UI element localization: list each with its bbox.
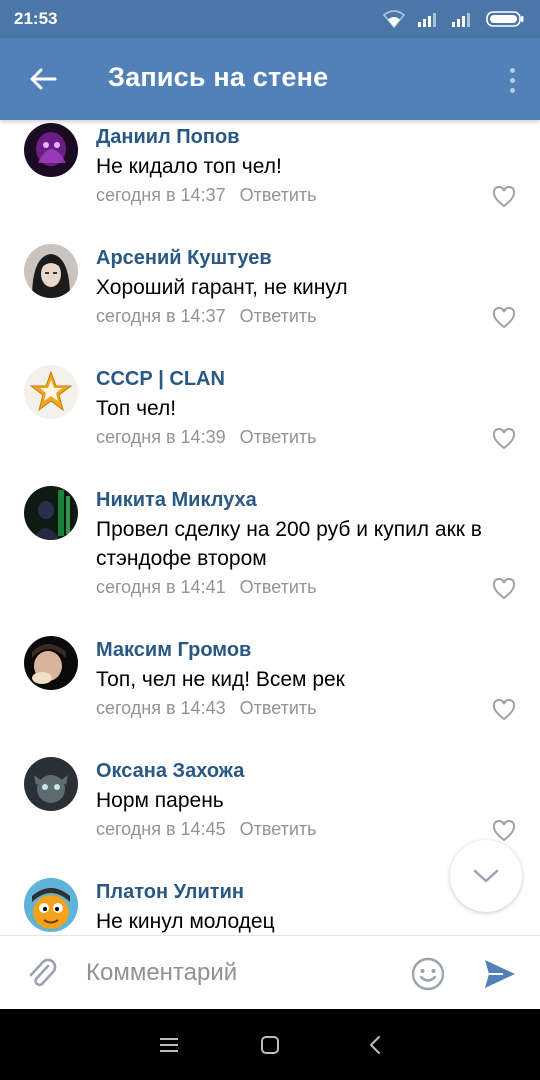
nav-home-button[interactable] bbox=[256, 1031, 284, 1059]
star-avatar bbox=[24, 365, 78, 419]
heart-icon[interactable] bbox=[492, 307, 516, 329]
comment-author[interactable]: Платон Улитин bbox=[96, 881, 244, 904]
comment-text: Провел сделку на 200 руб и купил акк в с… bbox=[96, 518, 482, 570]
photo-avatar bbox=[24, 636, 78, 690]
chevron-down-icon bbox=[473, 869, 499, 883]
avatar[interactable] bbox=[24, 486, 78, 540]
comment-meta: сегодня в 14:37 Ответить bbox=[96, 185, 317, 206]
comment-text: Не кидало топ чел! bbox=[96, 155, 282, 178]
send-icon[interactable] bbox=[483, 958, 517, 990]
status-time: 21:53 bbox=[14, 9, 58, 28]
heart-icon[interactable] bbox=[492, 186, 516, 208]
comment-text: Топ, чел не кид! Всем рек bbox=[96, 668, 345, 691]
reply-button[interactable]: Ответить bbox=[240, 306, 317, 326]
comment-meta: сегодня в 14:39 Ответить bbox=[96, 427, 317, 448]
avatar[interactable] bbox=[24, 123, 78, 177]
comment-time: сегодня в 14:43 bbox=[96, 698, 226, 718]
reply-button[interactable]: Ответить bbox=[240, 698, 317, 718]
comment-meta: сегодня в 14:41 Ответить bbox=[96, 577, 317, 598]
avatar[interactable] bbox=[24, 757, 78, 811]
comment-time: сегодня в 14:45 bbox=[96, 819, 226, 839]
comment-input[interactable] bbox=[86, 956, 386, 990]
scroll-down-button[interactable] bbox=[450, 840, 522, 912]
comment-time: сегодня в 14:39 bbox=[96, 427, 226, 447]
avatar[interactable] bbox=[24, 365, 78, 419]
status-bar: 21:53 bbox=[0, 0, 540, 38]
more-vertical-icon bbox=[509, 67, 515, 73]
back-icon bbox=[370, 1036, 380, 1054]
comment-author[interactable]: Оксана Захожа bbox=[96, 760, 244, 783]
comment-text: Не кинул молодец bbox=[96, 910, 275, 933]
signal-icon bbox=[418, 13, 436, 27]
comment-text: Топ чел! bbox=[96, 397, 177, 420]
comment-text: Норм парень bbox=[96, 789, 224, 812]
heart-icon[interactable] bbox=[492, 820, 516, 842]
cartoon-avatar bbox=[24, 878, 78, 932]
signal-icon bbox=[452, 13, 470, 27]
creature-avatar bbox=[24, 757, 78, 811]
avatar[interactable] bbox=[24, 878, 78, 932]
smiley-icon[interactable] bbox=[410, 956, 446, 992]
comment-time: сегодня в 14:37 bbox=[96, 185, 226, 205]
comment-time: сегодня в 14:37 bbox=[96, 306, 226, 326]
page-title: Запись на стене bbox=[108, 62, 329, 92]
system-nav-bar bbox=[0, 1009, 540, 1080]
more-button[interactable] bbox=[502, 60, 522, 100]
comment-author[interactable]: СССР | CLAN bbox=[96, 368, 225, 391]
green-game-avatar bbox=[24, 486, 78, 540]
comment-meta: сегодня в 14:45 Ответить bbox=[96, 819, 317, 840]
comment-author[interactable]: Никита Миклуха bbox=[96, 489, 257, 512]
comment-author[interactable]: Арсений Куштуев bbox=[96, 247, 272, 270]
wifi-icon bbox=[382, 10, 406, 28]
status-icons bbox=[382, 9, 524, 29]
nav-menu-button[interactable] bbox=[155, 1031, 183, 1059]
nav-back-button[interactable] bbox=[361, 1031, 389, 1059]
comment-input-bar bbox=[0, 935, 540, 1009]
reply-button[interactable]: Ответить bbox=[240, 427, 317, 447]
anime-avatar bbox=[24, 244, 78, 298]
comment-text: Хороший гарант, не кинул bbox=[96, 276, 348, 299]
comment-time: сегодня в 14:41 bbox=[96, 577, 226, 597]
avatar[interactable] bbox=[24, 636, 78, 690]
app-bar: Запись на стене bbox=[0, 38, 540, 120]
home-icon bbox=[261, 1036, 279, 1054]
comment-author[interactable]: Даниил Попов bbox=[96, 126, 240, 149]
comments-list[interactable]: Даниил Попов Не кидало топ чел! сегодня … bbox=[0, 120, 540, 935]
comment-meta: сегодня в 14:43 Ответить bbox=[96, 698, 317, 719]
paperclip-icon[interactable] bbox=[24, 956, 60, 992]
arrow-left-icon bbox=[30, 68, 57, 90]
avatar[interactable] bbox=[24, 244, 78, 298]
comment-author[interactable]: Максим Громов bbox=[96, 639, 251, 662]
heart-icon[interactable] bbox=[492, 428, 516, 450]
back-button[interactable] bbox=[22, 58, 64, 100]
battery-icon bbox=[486, 11, 524, 27]
reply-button[interactable]: Ответить bbox=[240, 185, 317, 205]
heart-icon[interactable] bbox=[492, 578, 516, 600]
heart-icon[interactable] bbox=[492, 699, 516, 721]
menu-icon bbox=[160, 1038, 178, 1052]
comment-meta: сегодня в 14:37 Ответить bbox=[96, 306, 317, 327]
reply-button[interactable]: Ответить bbox=[240, 819, 317, 839]
reply-button[interactable]: Ответить bbox=[240, 577, 317, 597]
dark-purple-avatar bbox=[24, 123, 78, 177]
